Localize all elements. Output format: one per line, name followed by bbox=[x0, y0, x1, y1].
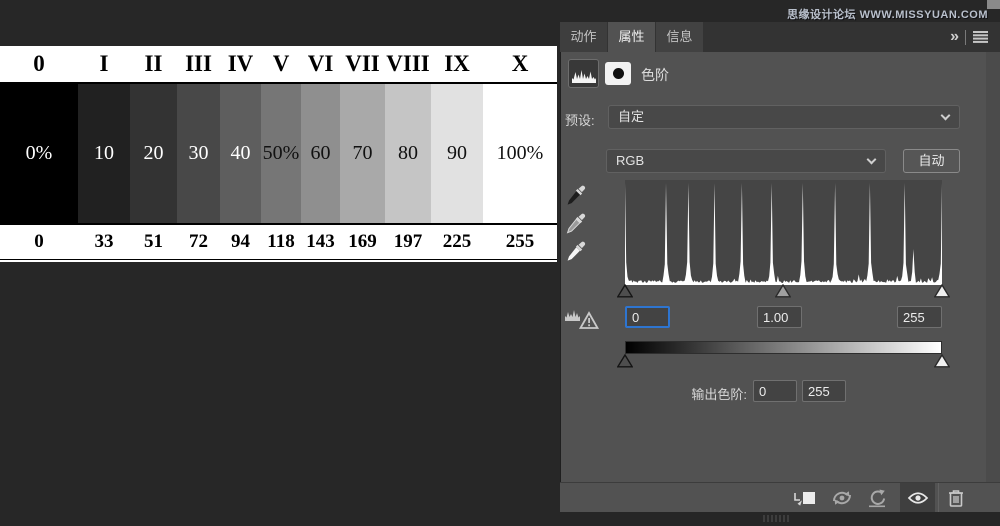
chevron-down-icon bbox=[867, 155, 877, 165]
preset-value: 自定 bbox=[618, 109, 644, 124]
step-swatch: 100% bbox=[483, 84, 557, 223]
levels-histogram-icon bbox=[568, 59, 599, 88]
level-value-cell: 33 bbox=[78, 225, 130, 259]
output-highlight-slider[interactable] bbox=[934, 354, 950, 373]
level-value-cell: 94 bbox=[220, 225, 261, 259]
toolbar-divider bbox=[938, 483, 939, 513]
properties-panel: 动作属性信息 » 色阶 预设: 自定 RGB 自动 bbox=[560, 0, 1000, 526]
midtone-input-slider[interactable] bbox=[775, 284, 791, 303]
white-point-eyedropper-icon[interactable] bbox=[566, 240, 590, 264]
output-slider-track bbox=[625, 354, 942, 369]
output-shadow-slider[interactable] bbox=[617, 354, 633, 373]
histogram-refresh-warning-icon[interactable] bbox=[563, 305, 601, 331]
zone-header-cell: I bbox=[78, 46, 130, 82]
panel-side-rail bbox=[986, 30, 1000, 482]
step-swatch: 30 bbox=[177, 84, 220, 223]
level-value-cell: 255 bbox=[483, 225, 557, 259]
preset-label: 预设: bbox=[565, 110, 595, 129]
highlight-input-slider[interactable] bbox=[934, 284, 950, 303]
highlight-input-field[interactable] bbox=[897, 306, 942, 328]
output-levels-label: 输出色阶: bbox=[620, 384, 747, 403]
grayscale-step-chart: 0IIIIIIIVVVIVIIVIIIIXX 0%1020304050%6070… bbox=[0, 46, 557, 262]
zone-header-cell: VII bbox=[340, 46, 385, 82]
visibility-eye-icon[interactable] bbox=[900, 483, 935, 513]
resize-gripper[interactable] bbox=[763, 515, 791, 522]
zone-header-cell: VI bbox=[301, 46, 340, 82]
black-point-eyedropper-icon[interactable] bbox=[566, 184, 590, 208]
step-swatch: 60 bbox=[301, 84, 340, 223]
zone-header-cell: II bbox=[130, 46, 177, 82]
output-gradient-bar bbox=[625, 341, 942, 354]
clip-to-layer-icon[interactable] bbox=[790, 483, 818, 513]
menu-divider bbox=[965, 30, 966, 45]
level-value-cell: 169 bbox=[340, 225, 385, 259]
tab-属性[interactable]: 属性 bbox=[608, 22, 655, 52]
adjustment-title: 色阶 bbox=[641, 65, 669, 85]
level-value-cell: 197 bbox=[385, 225, 431, 259]
zone-header-cell: III bbox=[177, 46, 220, 82]
step-swatch: 50% bbox=[261, 84, 301, 223]
delete-trash-icon[interactable] bbox=[942, 483, 970, 513]
tab-信息[interactable]: 信息 bbox=[656, 22, 703, 52]
tab-动作[interactable]: 动作 bbox=[560, 22, 607, 52]
panel-menu-icon[interactable] bbox=[973, 31, 988, 43]
panel-tab-bar: 动作属性信息 bbox=[560, 22, 1000, 52]
output-shadow-field[interactable] bbox=[753, 380, 797, 402]
shadow-input-field[interactable] bbox=[625, 306, 670, 328]
level-value-cell: 225 bbox=[431, 225, 483, 259]
step-swatch-row: 0%1020304050%60708090100% bbox=[0, 84, 557, 223]
level-value-cell: 143 bbox=[301, 225, 340, 259]
step-swatch: 0% bbox=[0, 84, 78, 223]
mask-thumbnail-icon[interactable] bbox=[605, 62, 631, 85]
zone-header-cell: IV bbox=[220, 46, 261, 82]
midtone-input-field[interactable] bbox=[757, 306, 802, 328]
level-value-cell: 0 bbox=[0, 225, 78, 259]
step-swatch: 40 bbox=[220, 84, 261, 223]
level-value-cell: 118 bbox=[261, 225, 301, 259]
zone-header-cell: IX bbox=[431, 46, 483, 82]
auto-button[interactable]: 自动 bbox=[903, 149, 960, 173]
step-swatch: 10 bbox=[78, 84, 130, 223]
zone-header-cell: X bbox=[483, 46, 557, 82]
mask-dot bbox=[613, 68, 624, 79]
output-highlight-field[interactable] bbox=[802, 380, 846, 402]
reset-icon[interactable] bbox=[864, 483, 890, 513]
zone-header-row: 0IIIIIIIVVVIVIIVIIIIXX bbox=[0, 46, 557, 84]
view-previous-state-icon[interactable] bbox=[828, 483, 856, 513]
channel-value: RGB bbox=[616, 153, 644, 168]
preset-select[interactable]: 自定 bbox=[608, 105, 960, 129]
level-value-row: 033517294118143169197225255 bbox=[0, 223, 557, 260]
zone-header-cell: VIII bbox=[385, 46, 431, 82]
step-swatch: 80 bbox=[385, 84, 431, 223]
level-value-cell: 51 bbox=[130, 225, 177, 259]
levels-histogram bbox=[625, 180, 942, 285]
bottom-strip bbox=[560, 512, 1000, 526]
zone-header-cell: V bbox=[261, 46, 301, 82]
panel-toolbar bbox=[560, 482, 1000, 512]
input-slider-track bbox=[625, 284, 942, 299]
step-swatch: 70 bbox=[340, 84, 385, 223]
step-swatch: 20 bbox=[130, 84, 177, 223]
panel-menu-cluster: » bbox=[950, 22, 988, 52]
shadow-input-slider[interactable] bbox=[617, 284, 633, 303]
gray-point-eyedropper-icon[interactable] bbox=[566, 212, 590, 236]
level-value-cell: 72 bbox=[177, 225, 220, 259]
channel-select[interactable]: RGB bbox=[606, 149, 886, 173]
panel-expand-icon[interactable]: » bbox=[950, 28, 958, 46]
step-swatch: 90 bbox=[431, 84, 483, 223]
zone-header-cell: 0 bbox=[0, 46, 78, 82]
chevron-down-icon bbox=[941, 111, 951, 121]
